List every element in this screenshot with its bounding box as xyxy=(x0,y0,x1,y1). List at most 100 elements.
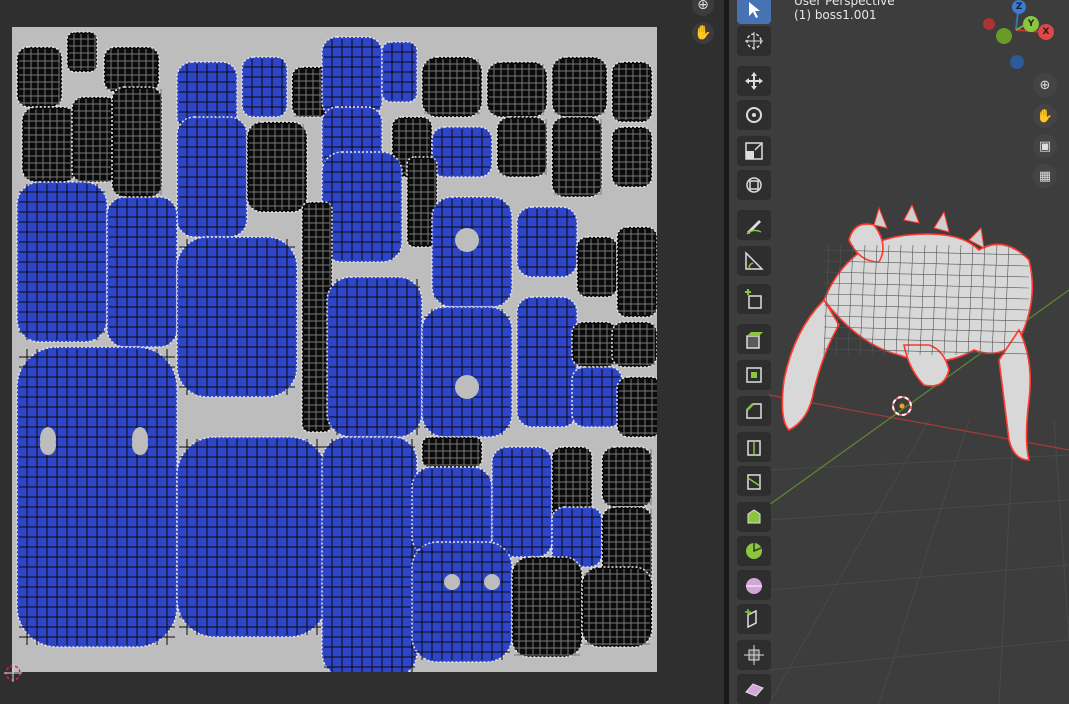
uv-island[interactable] xyxy=(16,181,108,343)
uv-island[interactable] xyxy=(16,46,63,108)
gizmo-x[interactable]: X xyxy=(1038,24,1054,40)
uv-island[interactable] xyxy=(176,236,298,398)
uv-island[interactable] xyxy=(321,436,418,672)
cursor-icon xyxy=(745,32,763,50)
measure-tool[interactable] xyxy=(737,246,771,276)
scale-tool[interactable] xyxy=(737,136,771,166)
uv-island[interactable] xyxy=(246,121,308,213)
extrude-tool[interactable] xyxy=(737,324,771,354)
mesh-part[interactable] xyxy=(781,298,840,431)
spike[interactable] xyxy=(903,203,920,224)
shear-icon xyxy=(745,683,764,697)
uv-island[interactable] xyxy=(421,306,513,438)
annotate-icon xyxy=(746,220,762,235)
spike[interactable] xyxy=(873,206,888,229)
spin-icon xyxy=(746,543,762,559)
loop-cut-tool[interactable] xyxy=(737,432,771,462)
inset-icon xyxy=(746,367,762,383)
select-box-tool[interactable] xyxy=(737,0,771,24)
shrink-fatten-tool[interactable] xyxy=(737,640,771,670)
gizmo-neg-y[interactable] xyxy=(996,28,1012,44)
annotate-tool[interactable] xyxy=(737,210,771,240)
uv-island[interactable] xyxy=(616,376,657,438)
uv-island[interactable] xyxy=(106,196,178,348)
transform-icon xyxy=(746,177,762,193)
uv-island[interactable] xyxy=(103,46,160,93)
uv-hole xyxy=(455,228,479,252)
uv-canvas[interactable] xyxy=(12,27,657,672)
zoom-icon[interactable]: ⊕ xyxy=(692,0,714,16)
uv-island[interactable] xyxy=(571,321,618,368)
3d-viewport[interactable]: User Perspective (1) boss1.001 Z Y X xyxy=(729,0,1069,704)
uv-island[interactable] xyxy=(551,116,603,198)
gizmo-neg-x[interactable] xyxy=(983,18,995,30)
hand-pan-icon[interactable]: ✋ xyxy=(692,22,714,44)
uv-island[interactable] xyxy=(16,346,178,648)
uv-island[interactable] xyxy=(326,276,423,438)
uv-island[interactable] xyxy=(111,86,163,198)
poly-build-tool[interactable] xyxy=(737,502,771,532)
uv-island[interactable] xyxy=(71,96,118,183)
uv-island[interactable] xyxy=(491,446,553,558)
uv-island[interactable] xyxy=(431,196,513,308)
uv-hole xyxy=(40,435,56,455)
inset-tool[interactable] xyxy=(737,360,771,390)
gizmo-neg-z[interactable] xyxy=(1010,55,1024,69)
uv-island[interactable] xyxy=(66,31,98,73)
extrude-icon xyxy=(746,332,763,349)
knife-tool[interactable] xyxy=(737,466,771,496)
transform-tool[interactable] xyxy=(737,170,771,200)
uv-island[interactable] xyxy=(611,126,653,188)
uv-island[interactable] xyxy=(496,116,548,178)
poly-build-icon xyxy=(747,509,761,524)
spike[interactable] xyxy=(933,210,950,233)
grid-icon[interactable]: ▦ xyxy=(1033,164,1057,188)
uv-island[interactable] xyxy=(611,321,657,368)
uv-island[interactable] xyxy=(616,226,657,318)
uv-island[interactable] xyxy=(176,436,328,638)
uv-island[interactable] xyxy=(381,41,418,103)
uv-island[interactable] xyxy=(581,566,653,648)
uv-island[interactable] xyxy=(551,56,608,118)
select-box-icon xyxy=(749,2,760,18)
zoom-icon[interactable]: ⊕ xyxy=(1033,73,1057,97)
edge-slide-icon xyxy=(745,609,757,629)
add-cube-tool[interactable] xyxy=(737,284,771,314)
uv-island[interactable] xyxy=(516,296,578,428)
bevel-tool[interactable] xyxy=(737,396,771,426)
uv-island[interactable] xyxy=(321,151,403,263)
uv-island[interactable] xyxy=(601,446,653,508)
rotate-tool[interactable] xyxy=(737,100,771,130)
uv-island[interactable] xyxy=(21,106,78,183)
uv-islands[interactable] xyxy=(12,27,657,672)
uv-island[interactable] xyxy=(421,56,483,118)
edge-slide-tool[interactable] xyxy=(737,604,771,634)
uv-island[interactable] xyxy=(176,116,248,238)
uv-cursor-icon xyxy=(4,664,22,682)
uv-island[interactable] xyxy=(486,61,548,118)
spin-tool[interactable] xyxy=(737,536,771,566)
uv-island[interactable] xyxy=(511,556,583,658)
uv-island[interactable] xyxy=(321,36,383,118)
3d-cursor-icon xyxy=(892,396,912,416)
gizmo-z[interactable]: Z xyxy=(1012,0,1026,14)
uv-hole xyxy=(132,435,148,455)
camera-icon[interactable]: ▣ xyxy=(1033,134,1057,158)
boss-model[interactable] xyxy=(781,203,1034,461)
uv-island[interactable] xyxy=(431,126,493,178)
uv-island[interactable] xyxy=(611,61,653,123)
uv-island[interactable] xyxy=(576,236,618,298)
uv-editor[interactable]: ⊕ ✋ xyxy=(0,0,724,704)
uv-island[interactable] xyxy=(516,206,578,278)
uv-island[interactable] xyxy=(571,366,623,428)
smooth-tool[interactable] xyxy=(737,570,771,600)
uv-island[interactable] xyxy=(421,436,483,468)
gizmo-y[interactable]: Y xyxy=(1023,16,1039,32)
shear-tool[interactable] xyxy=(737,674,771,704)
uv-island[interactable] xyxy=(411,541,513,663)
uv-hole xyxy=(484,574,500,590)
uv-island[interactable] xyxy=(241,56,288,118)
cursor-tool[interactable] xyxy=(737,26,771,56)
hand-pan-icon[interactable]: ✋ xyxy=(1033,104,1057,128)
move-tool[interactable] xyxy=(737,66,771,96)
